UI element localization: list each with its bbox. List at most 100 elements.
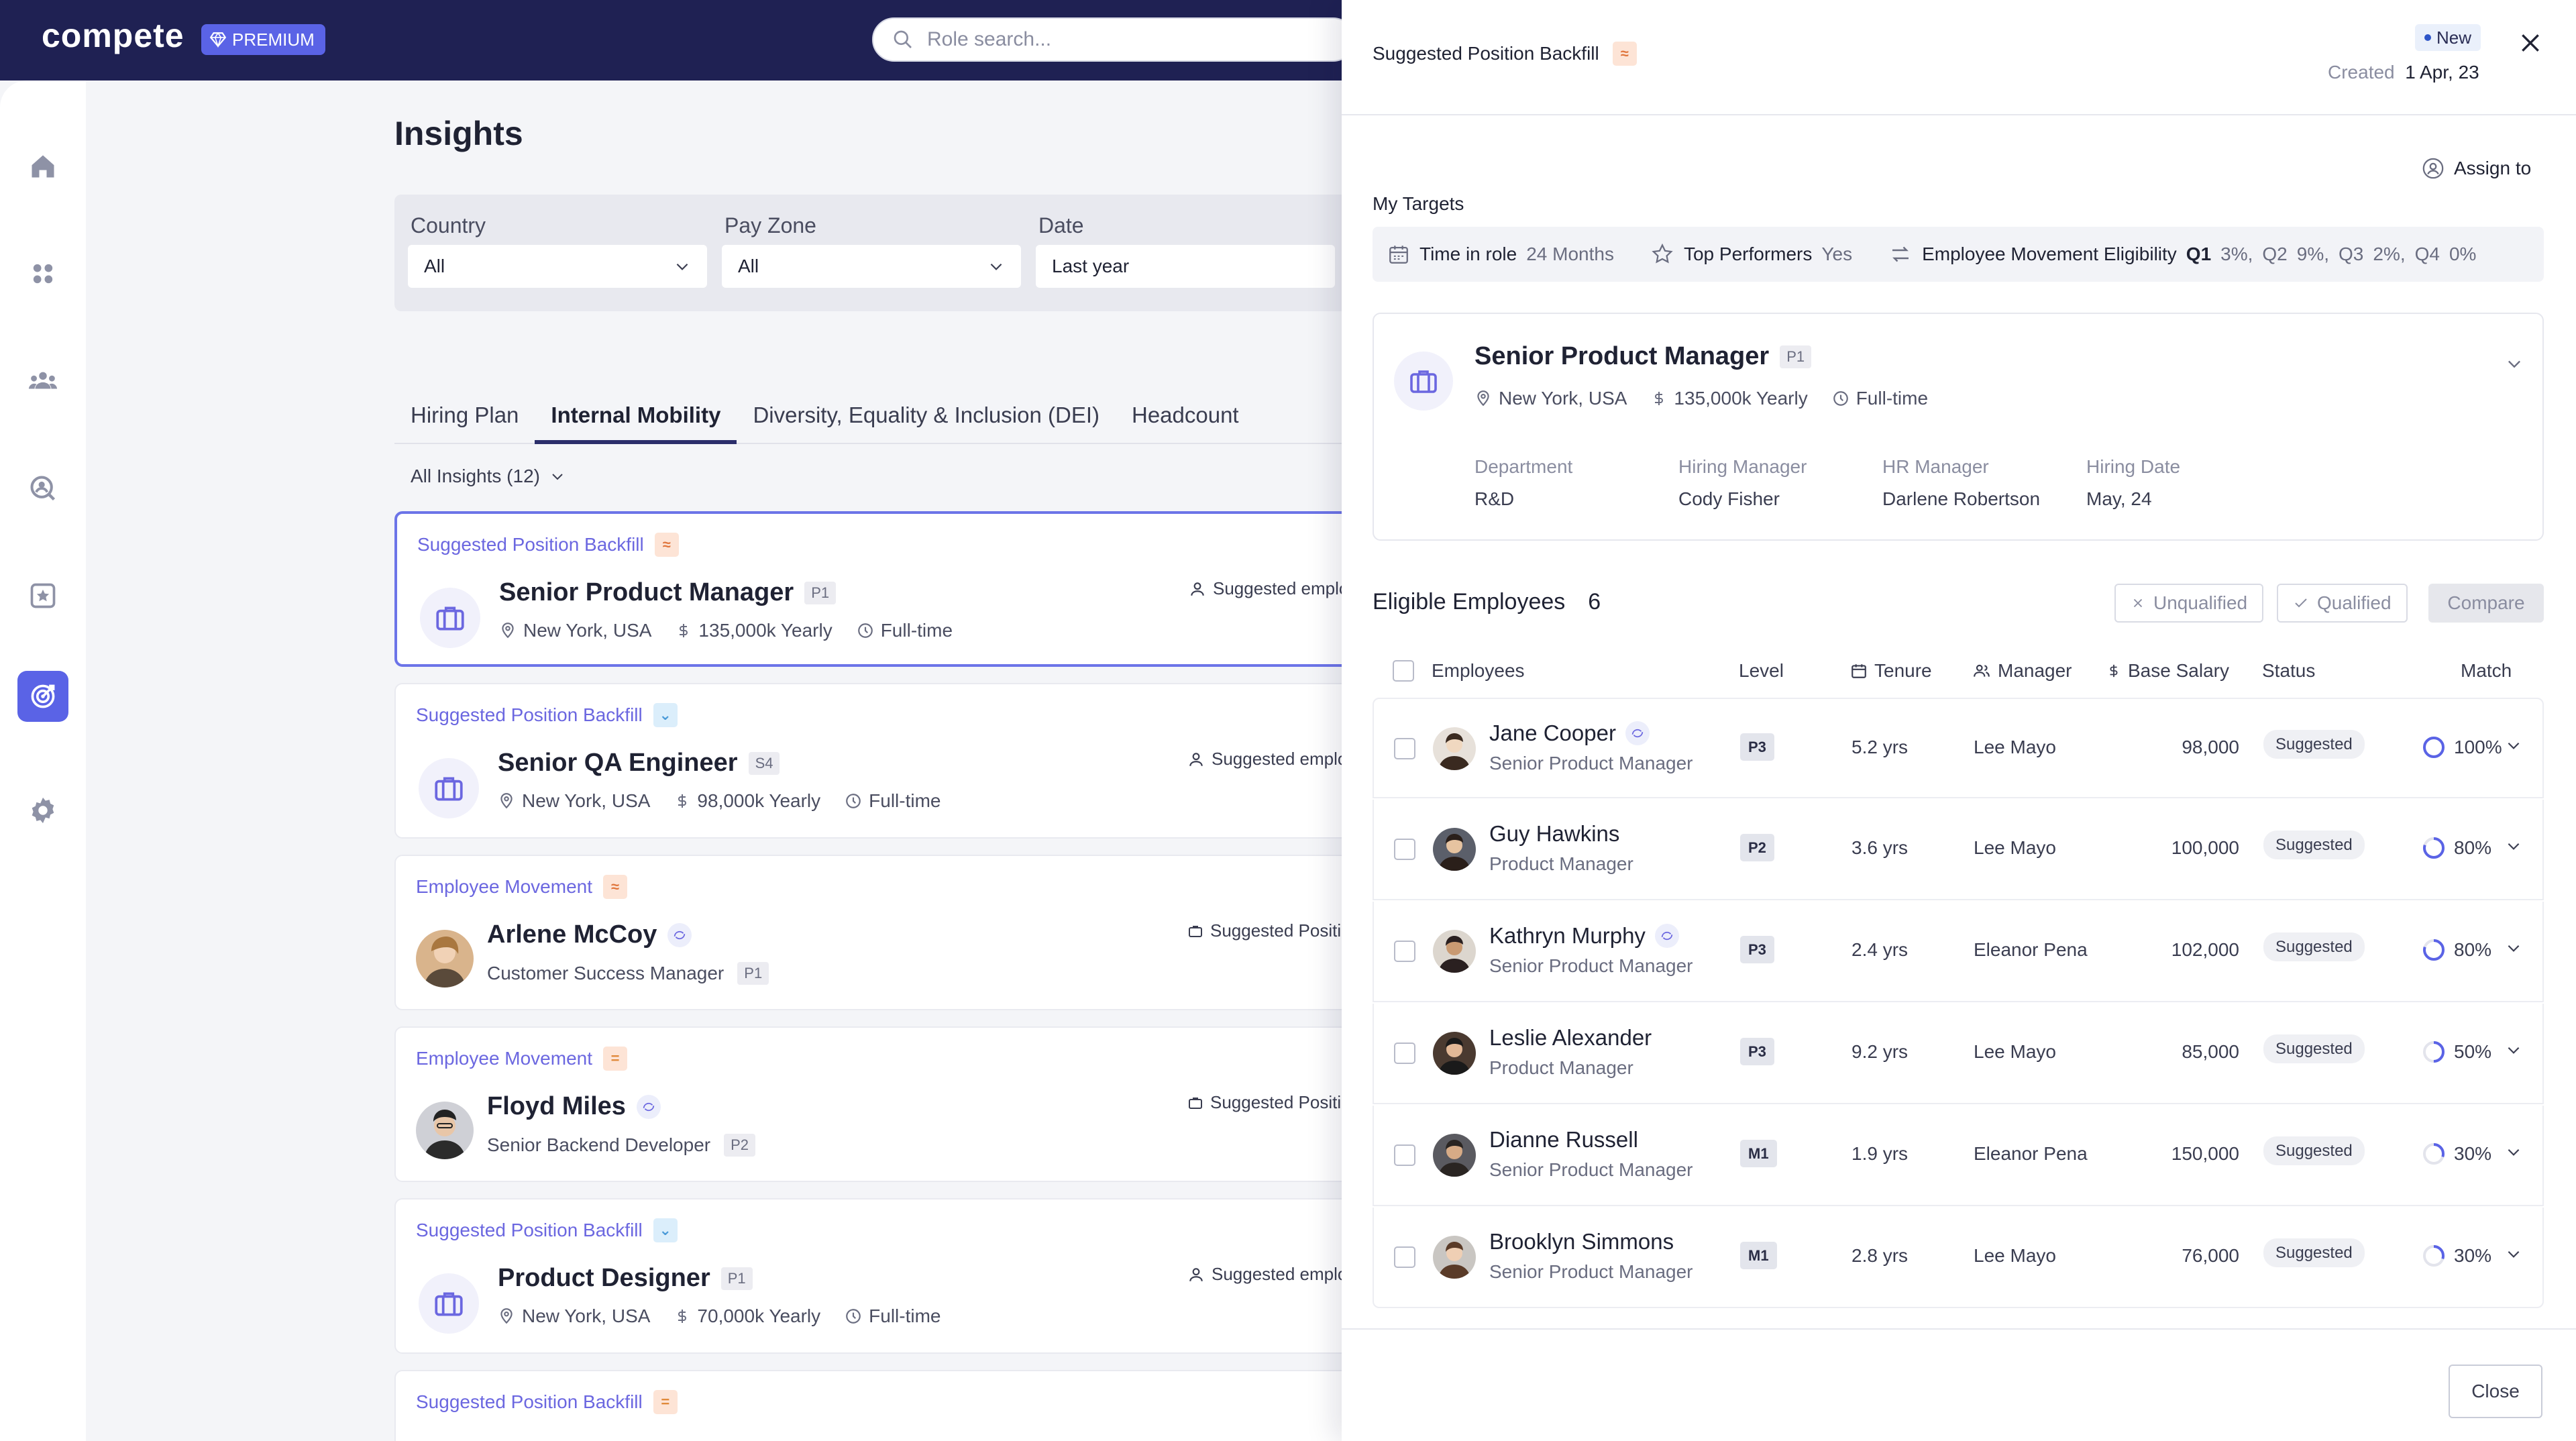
col-status[interactable]: Status [2262, 660, 2315, 682]
select-all-checkbox[interactable] [1393, 660, 1414, 682]
tab-dei[interactable]: Diversity, Equality & Inclusion (DEI) [737, 382, 1116, 444]
target-icon[interactable] [17, 671, 68, 722]
row-checkbox[interactable] [1394, 941, 1415, 962]
my-targets-label: My Targets [1373, 193, 1464, 214]
star-outline-icon [1652, 243, 1673, 264]
table-row[interactable]: Leslie Alexander Product Manager P3 9.2 … [1373, 1004, 2544, 1104]
checkbox[interactable] [1394, 839, 1415, 860]
checkbox[interactable] [1394, 738, 1415, 759]
suggested-employees: Suggested employ [1187, 1264, 1356, 1285]
tab-internal-mobility[interactable]: Internal Mobility [535, 382, 737, 444]
table-row[interactable]: Dianne Russell Senior Product Manager M1… [1373, 1106, 2544, 1206]
avatar [416, 930, 474, 988]
suggested-employees: Suggested employ [1189, 578, 1357, 599]
star-icon[interactable] [17, 570, 68, 621]
close-icon[interactable] [2512, 24, 2549, 62]
close-button[interactable]: Close [2449, 1365, 2542, 1418]
employee-name[interactable]: Leslie Alexander [1489, 1025, 1652, 1051]
role-search-input[interactable] [927, 28, 1303, 51]
table-row[interactable]: Jane Cooper Senior Product Manager P3 5.… [1373, 698, 2544, 798]
checkbox[interactable] [1394, 1043, 1415, 1064]
qualified-label: Qualified [2317, 592, 2392, 613]
row-checkbox[interactable] [1394, 1246, 1415, 1268]
table-header: Employees Level Tenure Manager Base Sala… [1373, 651, 2544, 694]
level-text: P3 [1740, 733, 1774, 761]
table-row[interactable]: Guy Hawkins Product Manager P2 3.6 yrs L… [1373, 800, 2544, 900]
date-select[interactable]: Last year [1036, 245, 1335, 288]
insight-card[interactable]: Employee Movement = Floyd Miles Senior Ba… [394, 1026, 1360, 1182]
match-ring [2423, 1041, 2445, 1063]
checkbox[interactable] [1394, 1246, 1415, 1268]
row-checkbox[interactable] [1394, 738, 1415, 759]
col-label: Base Salary [2128, 660, 2229, 681]
col-employees[interactable]: Employees [1432, 660, 1525, 682]
chevron-down-icon[interactable] [2505, 837, 2522, 859]
chevron-down-icon[interactable] [2505, 1143, 2522, 1165]
compare-button[interactable]: Compare [2428, 584, 2544, 623]
avatar [1433, 1134, 1476, 1177]
row-checkbox[interactable] [1394, 839, 1415, 860]
pay-zone-select[interactable]: All [722, 245, 1021, 288]
movement-icon [1625, 721, 1650, 745]
position-meta: New York, USA 98,000k Yearly Full-time [498, 790, 941, 812]
location-icon [502, 623, 514, 639]
table-row[interactable]: Brooklyn Simmons Senior Product Manager … [1373, 1208, 2544, 1308]
col-tenure[interactable]: Tenure [1850, 660, 1932, 682]
col-manager[interactable]: Manager [1972, 660, 2072, 682]
col-base-salary[interactable]: Base Salary [2106, 660, 2229, 682]
chevron-down-icon[interactable] [2505, 354, 2524, 376]
table-row[interactable]: Kathryn Murphy Senior Product Manager P3… [1373, 902, 2544, 1002]
chevron-down-icon[interactable] [2505, 737, 2522, 759]
employee-name[interactable]: Guy Hawkins [1489, 821, 1619, 847]
home-icon[interactable] [17, 141, 68, 192]
employee-name[interactable]: Dianne Russell [1489, 1127, 1638, 1153]
user-icon [1191, 582, 1204, 596]
employee-name[interactable]: Brooklyn Simmons [1489, 1229, 1674, 1255]
checkbox[interactable] [1393, 660, 1414, 682]
country-select[interactable]: All [408, 245, 707, 288]
employee-role: Senior Backend Developer [487, 1134, 711, 1155]
insight-card[interactable]: Suggested Position Backfill = [394, 1370, 1360, 1441]
search-user-icon[interactable] [17, 463, 68, 514]
row-checkbox[interactable] [1394, 1043, 1415, 1064]
employee-name[interactable]: Kathryn Murphy [1489, 923, 1679, 949]
position-name: Product Designer [498, 1264, 710, 1292]
checkbox[interactable] [1394, 1144, 1415, 1166]
team-icon[interactable] [17, 356, 68, 407]
row-checkbox[interactable] [1394, 1144, 1415, 1166]
tab-hiring-plan[interactable]: Hiring Plan [394, 382, 535, 444]
main-content: Insights Country All Pay Zone All Date L… [86, 81, 1360, 1441]
app-logo[interactable]: compete [42, 16, 184, 55]
chevron-down-icon[interactable] [2505, 1245, 2522, 1267]
position-title: Senior Product Manager P1 [1474, 342, 1812, 371]
gear-icon[interactable] [17, 785, 68, 836]
chevron-down-icon[interactable] [2505, 939, 2522, 961]
unqualified-button[interactable]: Unqualified [2114, 584, 2264, 623]
role-search[interactable] [872, 17, 1355, 62]
insight-card[interactable]: Suggested Position Backfill ⌄ Senior QA E… [394, 683, 1360, 839]
employee-name[interactable]: Jane Cooper [1489, 720, 1650, 746]
insights-filter-dropdown[interactable]: All Insights (12) [411, 466, 566, 487]
qualified-button[interactable]: Qualified [2277, 584, 2408, 623]
eligible-count: 6 [1588, 589, 1601, 615]
drawer-title: Suggested Position Backfill ≈ [1373, 42, 1637, 66]
filter-pay-zone: Pay Zone All [722, 213, 1021, 288]
match-text: 80% [2454, 939, 2492, 960]
checkbox[interactable] [1394, 941, 1415, 962]
chevron-down-icon[interactable] [2505, 1041, 2522, 1063]
status-text: Suggested [2263, 1136, 2365, 1165]
assign-to-button[interactable]: Assign to [2422, 157, 2531, 180]
base-salary: 100,000 [2171, 837, 2239, 858]
insight-card[interactable]: Suggested Position Backfill ≈ Senior Prod… [394, 511, 1360, 667]
insight-type: Employee Movement ≈ [416, 875, 628, 899]
clock-icon [846, 794, 861, 808]
manager: Lee Mayo [1974, 1041, 2056, 1062]
insight-card[interactable]: Employee Movement ≈ Arlene McCoy Customer… [394, 855, 1360, 1010]
col-level[interactable]: Level [1739, 660, 1784, 682]
col-match[interactable]: Match [2461, 660, 2512, 682]
level-tag: P2 [724, 1134, 756, 1157]
tab-headcount[interactable]: Headcount [1116, 382, 1255, 444]
schedule-text: Full-time [869, 790, 941, 811]
insight-card[interactable]: Suggested Position Backfill ⌄ Product Des… [394, 1198, 1360, 1354]
apps-icon[interactable] [17, 248, 68, 299]
